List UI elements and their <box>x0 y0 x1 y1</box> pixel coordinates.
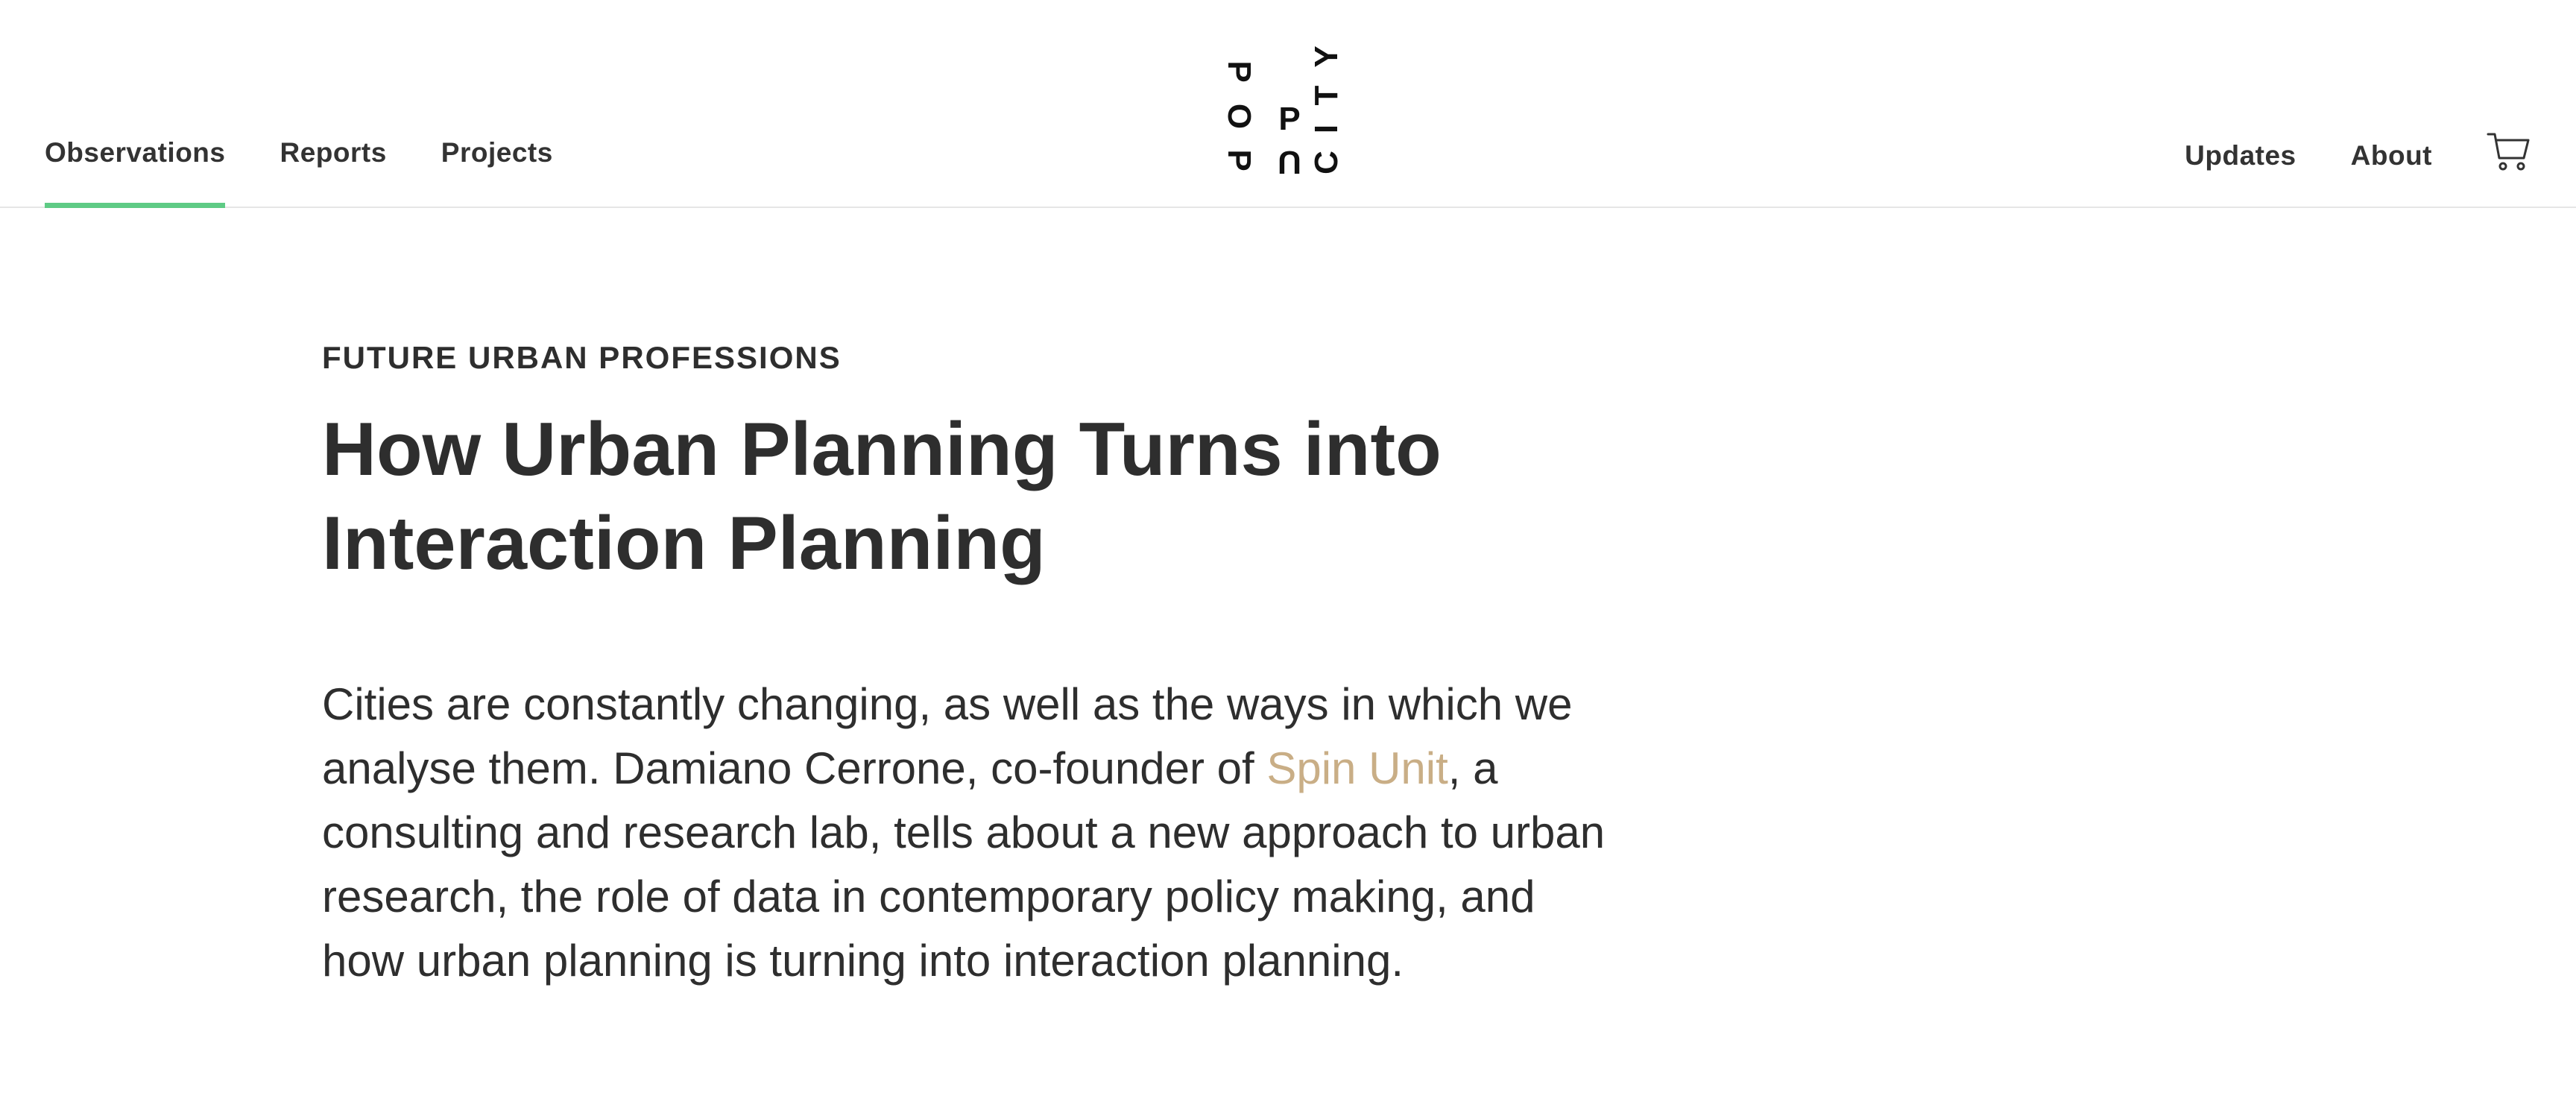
logo-letter: P <box>1278 101 1300 137</box>
spin-unit-link[interactable]: Spin Unit <box>1266 743 1448 793</box>
logo-letter: P <box>1221 149 1257 171</box>
primary-nav: Observations Reports Projects <box>45 137 607 208</box>
logo-letter: I <box>1308 125 1345 133</box>
logo-letter: O <box>1221 104 1257 129</box>
logo-letter: T <box>1308 85 1345 105</box>
nav-item-projects[interactable]: Projects <box>441 137 553 168</box>
article-lede: Cities are constantly changing, as well … <box>322 673 1611 993</box>
logo-letter: P <box>1221 60 1257 82</box>
secondary-nav: Updates About <box>2185 133 2531 174</box>
nav-item-updates[interactable]: Updates <box>2185 140 2296 171</box>
article-kicker[interactable]: FUTURE URBAN PROFESSIONS <box>322 328 1626 388</box>
nav-item-about[interactable]: About <box>2351 140 2432 171</box>
logo-letter: C <box>1308 151 1345 174</box>
site-header: Observations Reports Projects P O P P U … <box>0 0 2576 208</box>
article-intro: FUTURE URBAN PROFESSIONS How Urban Plann… <box>322 328 1626 993</box>
logo-letter: Y <box>1308 45 1345 67</box>
cart-icon[interactable] <box>2487 130 2531 174</box>
nav-item-observations[interactable]: Observations <box>45 137 226 208</box>
logo-letter: U <box>1278 144 1301 177</box>
popupcity-logo[interactable]: P O P P U C I T Y <box>1202 21 1366 177</box>
article-title: How Urban Planning Turns into Interactio… <box>322 408 1442 585</box>
nav-item-reports[interactable]: Reports <box>280 137 386 168</box>
